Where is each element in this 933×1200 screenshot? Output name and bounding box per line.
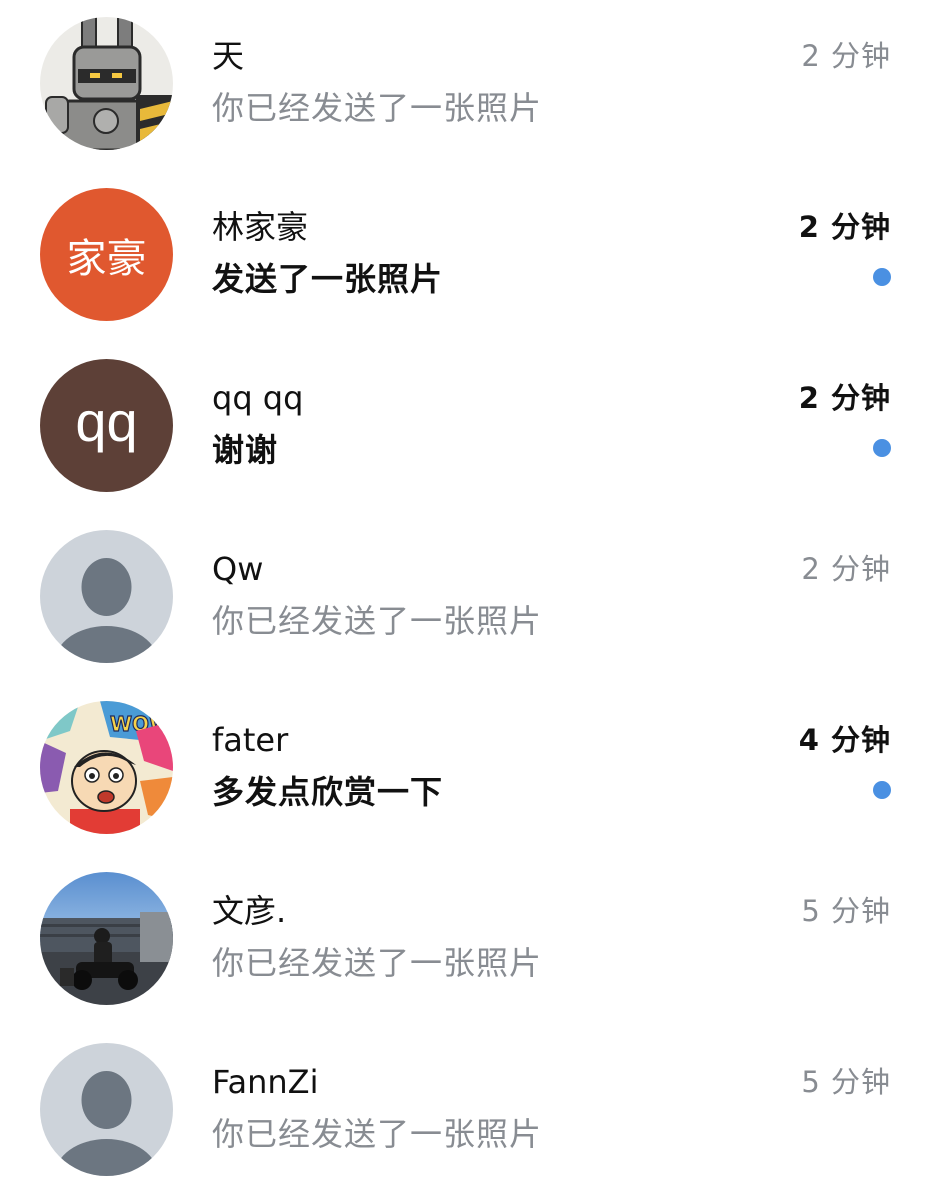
contact-name: 林家豪: [212, 208, 309, 246]
unread-dot-icon: [873, 268, 891, 286]
unread-dot-icon: [873, 781, 891, 799]
timestamp: 5 分钟: [801, 1065, 891, 1099]
default-user-avatar[interactable]: [40, 1043, 173, 1176]
unread-dot-icon: [873, 439, 891, 457]
message-preview: 你已经发送了一张照片: [212, 1115, 543, 1153]
contact-name: fater: [212, 721, 289, 759]
contact-name: 天: [212, 37, 245, 75]
conversation-row[interactable]: 天 你已经发送了一张照片 2 分钟: [0, 0, 933, 171]
timestamp: 2 分钟: [801, 552, 891, 586]
avatar[interactable]: 家豪: [40, 188, 173, 321]
timestamp: 2 分钟: [801, 39, 891, 73]
message-preview: 你已经发送了一张照片: [212, 89, 543, 127]
person-motorcycle-photo-avatar[interactable]: [40, 872, 173, 1005]
timestamp: 2 分钟: [798, 210, 891, 244]
message-preview: 你已经发送了一张照片: [212, 602, 543, 640]
avatar-initials: 家豪: [40, 188, 173, 321]
conversation-row[interactable]: FannZi 你已经发送了一张照片 5 分钟: [0, 1026, 933, 1197]
timestamp: 5 分钟: [801, 894, 891, 928]
avatar[interactable]: qq: [40, 359, 173, 492]
conversation-list: 天 你已经发送了一张照片 2 分钟 家豪 林家豪 发送了一张照片 2 分钟 qq…: [0, 0, 933, 1200]
message-preview: 多发点欣赏一下: [212, 773, 444, 811]
default-user-avatar[interactable]: [40, 530, 173, 663]
contact-name: 文彦.: [212, 892, 287, 930]
conversation-row[interactable]: Qw 你已经发送了一张照片 2 分钟: [0, 513, 933, 684]
message-preview: 发送了一张照片: [212, 260, 444, 298]
message-preview: 谢谢: [212, 431, 279, 469]
conversation-row[interactable]: WOW fater 多发点欣赏一下 4 分钟: [0, 684, 933, 855]
contact-name: qq qq: [212, 379, 304, 417]
conversation-row[interactable]: 文彦. 你已经发送了一张照片 5 分钟: [0, 855, 933, 1026]
contact-name: FannZi: [212, 1063, 319, 1101]
robot-knight-avatar[interactable]: [40, 17, 173, 150]
timestamp: 2 分钟: [798, 381, 891, 415]
timestamp: 4 分钟: [798, 723, 891, 757]
contact-name: Qw: [212, 550, 264, 588]
conversation-row[interactable]: 家豪 林家豪 发送了一张照片 2 分钟: [0, 171, 933, 342]
conversation-row[interactable]: qq qq qq 谢谢 2 分钟: [0, 342, 933, 513]
cartoon-character-avatar[interactable]: WOW: [40, 701, 173, 834]
avatar-initials: qq: [40, 359, 173, 492]
message-preview: 你已经发送了一张照片: [212, 944, 543, 982]
